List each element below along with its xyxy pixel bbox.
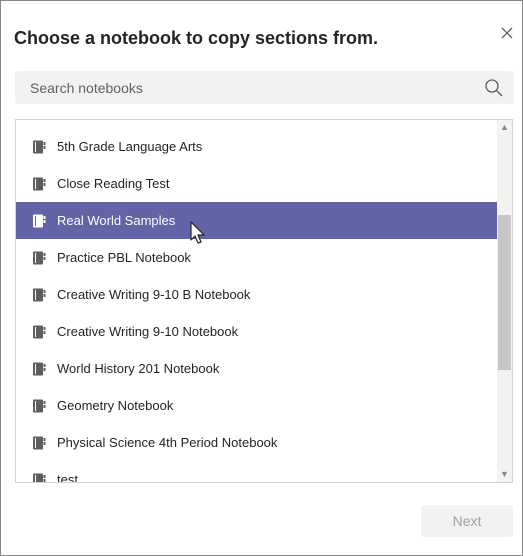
notebook-label: Creative Writing 9-10 B Notebook [57, 287, 251, 302]
notebook-label: Practice PBL Notebook [57, 250, 191, 265]
notebook-label: Real World Samples [57, 213, 176, 228]
notebook-item[interactable]: Practice PBL Notebook [16, 239, 497, 276]
notebook-label: test [57, 472, 78, 483]
notebook-icon [33, 288, 46, 302]
notebook-icon [33, 436, 46, 450]
search-icon[interactable] [484, 78, 504, 98]
search-box [15, 71, 514, 104]
notebook-item[interactable]: Creative Writing 9-10 Notebook [16, 313, 497, 350]
vertical-scrollbar[interactable]: ▲ ▼ [497, 120, 512, 482]
notebook-icon [33, 177, 46, 191]
notebook-label: Geometry Notebook [57, 398, 174, 413]
copy-sections-dialog: Choose a notebook to copy sections from.… [0, 0, 523, 556]
notebook-label: World History 201 Notebook [57, 361, 220, 376]
notebook-item[interactable]: Creative Writing 9-10 B Notebook [16, 276, 497, 313]
scroll-down-icon[interactable]: ▼ [497, 467, 512, 482]
notebook-label: 5th Grade Language Arts [57, 139, 203, 154]
notebook-item[interactable]: Physical Science 4th Period Notebook [16, 424, 497, 461]
dialog-title: Choose a notebook to copy sections from. [14, 28, 379, 48]
notebook-icon [33, 399, 46, 413]
notebook-icon [33, 214, 46, 228]
next-button[interactable]: Next [421, 505, 513, 537]
notebook-item[interactable]: Close Reading Test [16, 165, 497, 202]
notebook-label: Close Reading Test [57, 176, 170, 191]
notebook-item[interactable]: Geometry Notebook [16, 387, 497, 424]
notebook-icon [33, 251, 46, 265]
notebook-icon [33, 140, 46, 154]
notebook-label: Creative Writing 9-10 Notebook [57, 324, 239, 339]
notebook-item[interactable]: 5th Grade Language Arts [16, 128, 497, 165]
notebook-icon [33, 362, 46, 376]
notebook-icon [33, 473, 46, 482]
scroll-up-icon[interactable]: ▲ [497, 120, 512, 135]
notebook-item-selected[interactable]: Real World Samples [16, 202, 497, 239]
search-input[interactable] [15, 71, 475, 104]
notebook-items: 5th Grade Language Arts Close Reading Te… [16, 128, 497, 483]
notebook-list[interactable]: 5th Grade Language Arts Close Reading Te… [15, 119, 513, 483]
notebook-item[interactable]: test [16, 461, 497, 483]
notebook-item[interactable]: World History 201 Notebook [16, 350, 497, 387]
scrollbar-thumb[interactable] [498, 215, 511, 370]
notebook-icon [33, 325, 46, 339]
notebook-label: Physical Science 4th Period Notebook [57, 435, 278, 450]
close-icon[interactable] [497, 23, 517, 43]
